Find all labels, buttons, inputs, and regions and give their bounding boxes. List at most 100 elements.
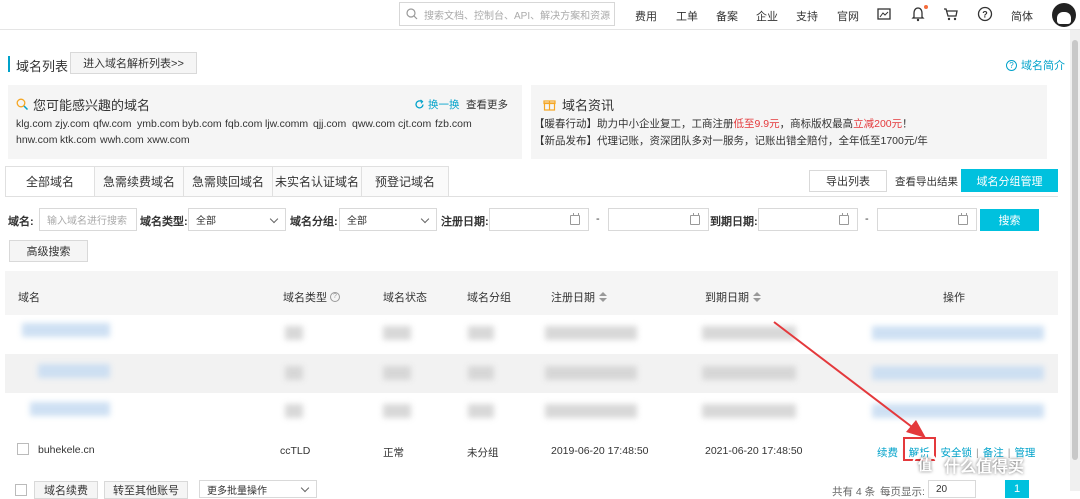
col-domain-type: 域名类型? bbox=[283, 289, 340, 305]
batch-renew-button[interactable]: 域名续费 bbox=[34, 481, 98, 499]
domain-type-label: 域名类型: bbox=[140, 216, 188, 228]
suggested-domain[interactable]: qww.com bbox=[352, 118, 395, 130]
export-list-button[interactable]: 导出列表 bbox=[809, 170, 887, 192]
suggested-domain[interactable]: fqb.com bbox=[225, 118, 262, 130]
news-item[interactable]: 【新品发布】代理记账，资深团队多对一服务，记账出错全赔付，全年低至1700元/年 bbox=[534, 133, 928, 148]
suggested-domain[interactable]: hnw.com bbox=[16, 134, 57, 146]
news-item[interactable]: 【暖春行动】助力中小企业复工，工商注册低至9.9元，商标版权最高立减200元！ bbox=[534, 116, 913, 131]
avatar[interactable] bbox=[1052, 3, 1076, 27]
col-status: 域名状态 bbox=[383, 292, 427, 304]
nav-support[interactable]: 支持 bbox=[796, 8, 818, 24]
suggested-domain[interactable]: cjt.com bbox=[398, 118, 431, 130]
total-count: 共有 4 条 bbox=[832, 486, 876, 498]
export-results-link[interactable]: 查看导出结果 bbox=[895, 174, 958, 189]
col-domain: 域名 bbox=[18, 292, 40, 304]
redacted-cell bbox=[545, 404, 637, 418]
cart-icon[interactable] bbox=[943, 6, 959, 22]
suggested-domain[interactable]: byb.com bbox=[182, 118, 222, 130]
suggested-domain[interactable]: ymb.com bbox=[137, 118, 180, 130]
nav-official-site[interactable]: 官网 bbox=[837, 8, 859, 24]
domain-type-value: 全部 bbox=[196, 216, 216, 227]
date-range-dash: - bbox=[596, 213, 600, 225]
suggested-domain[interactable]: zjy.com bbox=[55, 118, 90, 130]
redacted-cell bbox=[545, 366, 637, 380]
news-text: ！ bbox=[902, 118, 913, 130]
domain-status-cell: 正常 bbox=[383, 447, 404, 459]
suggested-domain[interactable]: qjj.com bbox=[313, 118, 346, 130]
refresh-link[interactable]: 换一换 bbox=[414, 97, 460, 112]
search-icon bbox=[16, 98, 29, 111]
domain-search-input[interactable]: 输入域名进行搜索 bbox=[39, 208, 137, 231]
col-domain-type-label: 域名类型 bbox=[283, 292, 327, 304]
domain-group-cell: 未分组 bbox=[467, 447, 499, 459]
calendar-icon bbox=[690, 213, 700, 225]
col-reg-date[interactable]: 注册日期 bbox=[551, 289, 607, 305]
per-page-label: 每页显示: bbox=[880, 486, 925, 498]
tab-unverified[interactable]: 未实名认证域名 bbox=[272, 166, 362, 197]
tab-divider bbox=[5, 196, 1058, 197]
suggested-domain[interactable]: ljw.comm bbox=[265, 118, 308, 130]
screen-icon[interactable] bbox=[876, 6, 892, 22]
dns-list-button[interactable]: 进入域名解析列表>> bbox=[70, 52, 197, 74]
nav-enterprise[interactable]: 企业 bbox=[756, 8, 778, 24]
chevron-down-icon bbox=[420, 214, 430, 224]
select-all-checkbox[interactable] bbox=[15, 484, 27, 496]
scrollbar-thumb[interactable] bbox=[1072, 40, 1078, 460]
svg-text:?: ? bbox=[982, 10, 988, 20]
suggested-domain[interactable]: ktk.com bbox=[60, 134, 96, 146]
tab-redeem-urgent[interactable]: 急需赎回域名 bbox=[183, 166, 273, 197]
tab-preregistered[interactable]: 预登记域名 bbox=[361, 166, 449, 197]
col-reg-date-label: 注册日期 bbox=[551, 292, 595, 304]
redacted-domain bbox=[22, 323, 110, 337]
domain-group-value: 全部 bbox=[347, 216, 367, 227]
col-exp-date[interactable]: 到期日期 bbox=[705, 289, 761, 305]
chevron-down-icon bbox=[269, 214, 279, 224]
news-text: ，商标版权最高 bbox=[779, 118, 854, 130]
domain-intro-link[interactable]: ? 域名简介 bbox=[1006, 57, 1065, 73]
domain-group-label: 域名分组: bbox=[290, 216, 338, 228]
suggested-domain[interactable]: wwh.com bbox=[100, 134, 144, 146]
suggested-domain[interactable]: xww.com bbox=[147, 134, 190, 146]
row-checkbox[interactable] bbox=[17, 443, 29, 455]
sort-icon[interactable] bbox=[599, 292, 607, 302]
reg-date-end-input[interactable] bbox=[608, 208, 709, 231]
question-icon[interactable]: ? bbox=[330, 292, 340, 302]
sort-icon[interactable] bbox=[753, 292, 761, 302]
exp-date-end-input[interactable] bbox=[877, 208, 977, 231]
page-title: 域名列表 bbox=[8, 56, 68, 74]
help-icon[interactable]: ? bbox=[977, 6, 993, 22]
domain-type-cell: ccTLD bbox=[280, 445, 311, 457]
reg-date-start-input[interactable] bbox=[489, 208, 589, 231]
col-exp-date-label: 到期日期 bbox=[705, 292, 749, 304]
global-search-input[interactable]: 搜索文档、控制台、API、解决方案和资源 bbox=[399, 2, 615, 26]
redacted-domain bbox=[30, 402, 110, 416]
per-page-value: 20 bbox=[936, 483, 948, 495]
domain-news-title-text: 域名资讯 bbox=[562, 98, 615, 113]
domain-name-link[interactable]: buhekele.cn bbox=[38, 444, 95, 456]
language-switch[interactable]: 简体 bbox=[1011, 8, 1033, 24]
domain-group-manage-button[interactable]: 域名分组管理 bbox=[961, 169, 1058, 192]
suggested-domain[interactable]: fzb.com bbox=[435, 118, 472, 130]
tab-renew-urgent[interactable]: 急需续费域名 bbox=[94, 166, 184, 197]
domain-type-select[interactable]: 全部 bbox=[188, 208, 286, 231]
suggested-domain[interactable]: klg.com bbox=[16, 118, 52, 130]
transfer-account-button[interactable]: 转至其他账号 bbox=[104, 481, 188, 499]
tab-all-domains[interactable]: 全部域名 bbox=[5, 166, 95, 197]
exp-date-start-input[interactable] bbox=[758, 208, 858, 231]
search-button[interactable]: 搜索 bbox=[980, 209, 1039, 231]
watermark-text: 什么值得买 bbox=[944, 459, 1025, 476]
nav-filing[interactable]: 备案 bbox=[716, 8, 738, 24]
reg-date-cell: 2019-06-20 17:48:50 bbox=[551, 445, 649, 457]
batch-actions-select[interactable]: 更多批量操作 bbox=[199, 480, 317, 498]
advanced-search-button[interactable]: 高级搜索 bbox=[9, 240, 88, 262]
domain-group-select[interactable]: 全部 bbox=[339, 208, 437, 231]
nav-tickets[interactable]: 工单 bbox=[676, 8, 698, 24]
suggested-domains-title-text: 您可能感兴趣的域名 bbox=[33, 98, 151, 113]
watermark: 值 什么值得买 bbox=[912, 446, 1077, 484]
suggested-domain[interactable]: qfw.com bbox=[93, 118, 132, 130]
view-more-link[interactable]: 查看更多 bbox=[466, 97, 508, 112]
suggested-domains-title: 您可能感兴趣的域名 bbox=[16, 95, 150, 114]
redacted-domain bbox=[38, 364, 110, 378]
nav-billing[interactable]: 费用 bbox=[635, 8, 657, 24]
search-icon bbox=[406, 8, 418, 20]
